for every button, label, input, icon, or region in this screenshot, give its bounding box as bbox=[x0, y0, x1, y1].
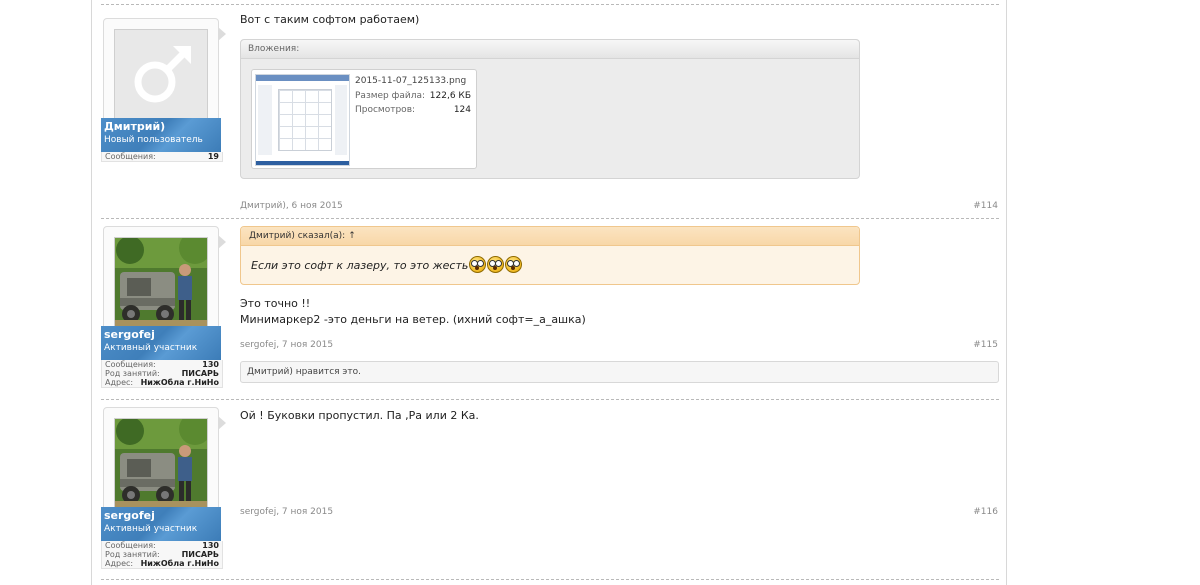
avatar-frame bbox=[103, 226, 226, 330]
stat-row: Сообщения: 130 bbox=[102, 541, 222, 550]
stat-row: Род занятий: ПИСАРЬ bbox=[102, 550, 222, 559]
stat-value[interactable]: 19 bbox=[208, 152, 219, 161]
stat-value[interactable]: 130 bbox=[202, 360, 219, 369]
post-number[interactable]: #114 bbox=[973, 201, 998, 211]
message-text: Вот с таким софтом работаем) bbox=[240, 13, 420, 26]
attachment-filename[interactable]: 2015-11-07_125133.png bbox=[355, 76, 471, 86]
likes-summary[interactable]: Дмитрий) нравится это. bbox=[240, 361, 999, 383]
avatar-frame bbox=[103, 407, 226, 511]
user-photo bbox=[115, 238, 207, 326]
stat-label: Сообщения: bbox=[105, 152, 156, 161]
shocked-smiley-icon bbox=[505, 256, 523, 273]
stat-label: Сообщения: bbox=[105, 541, 156, 550]
post-divider bbox=[101, 4, 999, 5]
post-meta[interactable]: sergofej, 7 ноя 2015 bbox=[240, 507, 333, 517]
user-title: Активный участник bbox=[104, 343, 198, 353]
username[interactable]: sergofej bbox=[104, 509, 155, 522]
quote-header: Дмитрий) сказал(а): ↑ bbox=[241, 227, 859, 246]
username[interactable]: Дмитрий) bbox=[104, 120, 165, 133]
stat-row: Адрес: НижОбла г.НиНо bbox=[102, 378, 222, 387]
stat-row: Адрес: НижОбла г.НиНо bbox=[102, 559, 222, 568]
post-number[interactable]: #116 bbox=[973, 507, 998, 517]
avatar[interactable] bbox=[114, 418, 208, 508]
post-divider bbox=[101, 399, 999, 400]
file-size-value: 122,6 КБ bbox=[429, 91, 471, 101]
user-namebar: Дмитрий) Новый пользователь bbox=[101, 118, 221, 152]
quote-block: Дмитрий) сказал(а): ↑ Если это софт к лаз… bbox=[240, 226, 860, 285]
user-title: Активный участник bbox=[104, 524, 198, 534]
stat-label: Адрес: bbox=[105, 559, 134, 568]
post-meta[interactable]: sergofej, 7 ноя 2015 bbox=[240, 340, 333, 350]
post-meta[interactable]: Дмитрий), 6 ноя 2015 bbox=[240, 201, 343, 211]
quote-jump-arrow-icon[interactable]: ↑ bbox=[348, 231, 356, 241]
user-title: Новый пользователь bbox=[104, 135, 203, 145]
stat-label: Адрес: bbox=[105, 378, 134, 387]
attachment-thumbnail[interactable] bbox=[255, 74, 350, 166]
attachments-panel: Вложения: 2015-11-07_125133.png Размер ф… bbox=[240, 39, 860, 179]
stat-row: Род занятий: ПИСАРЬ bbox=[102, 369, 222, 378]
user-stats: Сообщения: 130 Род занятий: ПИСАРЬ Адрес… bbox=[101, 360, 223, 388]
post-number[interactable]: #115 bbox=[973, 340, 998, 350]
shocked-smiley-icon bbox=[487, 256, 505, 273]
message-line: Это точно !! bbox=[240, 297, 311, 310]
message-line: Минимаркер2 -это деньги на ветер. (ихний… bbox=[240, 313, 586, 326]
quote-content: Если это софт к лазеру, то это жесть bbox=[251, 256, 523, 273]
file-size-label: Размер файла: bbox=[355, 91, 425, 101]
username[interactable]: sergofej bbox=[104, 328, 155, 341]
stat-row: Сообщения: 130 bbox=[102, 360, 222, 369]
user-namebar: sergofej Активный участник bbox=[101, 507, 221, 541]
user-stats: Сообщения: 19 bbox=[101, 152, 223, 162]
stat-label: Род занятий: bbox=[105, 550, 160, 559]
avatar[interactable] bbox=[114, 29, 208, 119]
views-label: Просмотров: bbox=[355, 105, 416, 115]
post-divider bbox=[101, 218, 999, 219]
avatar-frame bbox=[103, 18, 226, 122]
stat-value: НижОбла г.НиНо bbox=[140, 378, 219, 387]
stat-label: Род занятий: bbox=[105, 369, 160, 378]
thread-content: Дмитрий) Новый пользователь Сообщения: 1… bbox=[91, 0, 1007, 585]
post-divider bbox=[101, 579, 999, 580]
shocked-smiley-icon bbox=[469, 256, 487, 273]
stat-label: Сообщения: bbox=[105, 360, 156, 369]
views-value: 124 bbox=[453, 105, 471, 115]
user-namebar: sergofej Активный участник bbox=[101, 326, 221, 360]
quote-author: Дмитрий) сказал(а): bbox=[249, 231, 346, 241]
stat-value: ПИСАРЬ bbox=[181, 550, 219, 559]
stat-value: НижОбла г.НиНо bbox=[140, 559, 219, 568]
attachment-info: 2015-11-07_125133.png Размер файла: 122,… bbox=[355, 76, 471, 117]
attachments-header: Вложения: bbox=[241, 40, 859, 59]
quote-text: Если это софт к лазеру, то это жесть bbox=[251, 259, 469, 272]
message-text: Ой ! Буковки пропустил. Па ,Ра или 2 Ка. bbox=[240, 409, 479, 422]
male-gender-icon bbox=[134, 46, 191, 103]
user-stats: Сообщения: 130 Род занятий: ПИСАРЬ Адрес… bbox=[101, 541, 223, 569]
attachment-item[interactable]: 2015-11-07_125133.png Размер файла: 122,… bbox=[251, 69, 477, 169]
avatar[interactable] bbox=[114, 237, 208, 327]
message-text: Это точно !! Минимаркер2 -это деньги на … bbox=[240, 296, 586, 328]
stat-row: Сообщения: 19 bbox=[102, 152, 222, 161]
stat-value[interactable]: 130 bbox=[202, 541, 219, 550]
stat-value: ПИСАРЬ bbox=[181, 369, 219, 378]
user-photo bbox=[115, 419, 207, 507]
